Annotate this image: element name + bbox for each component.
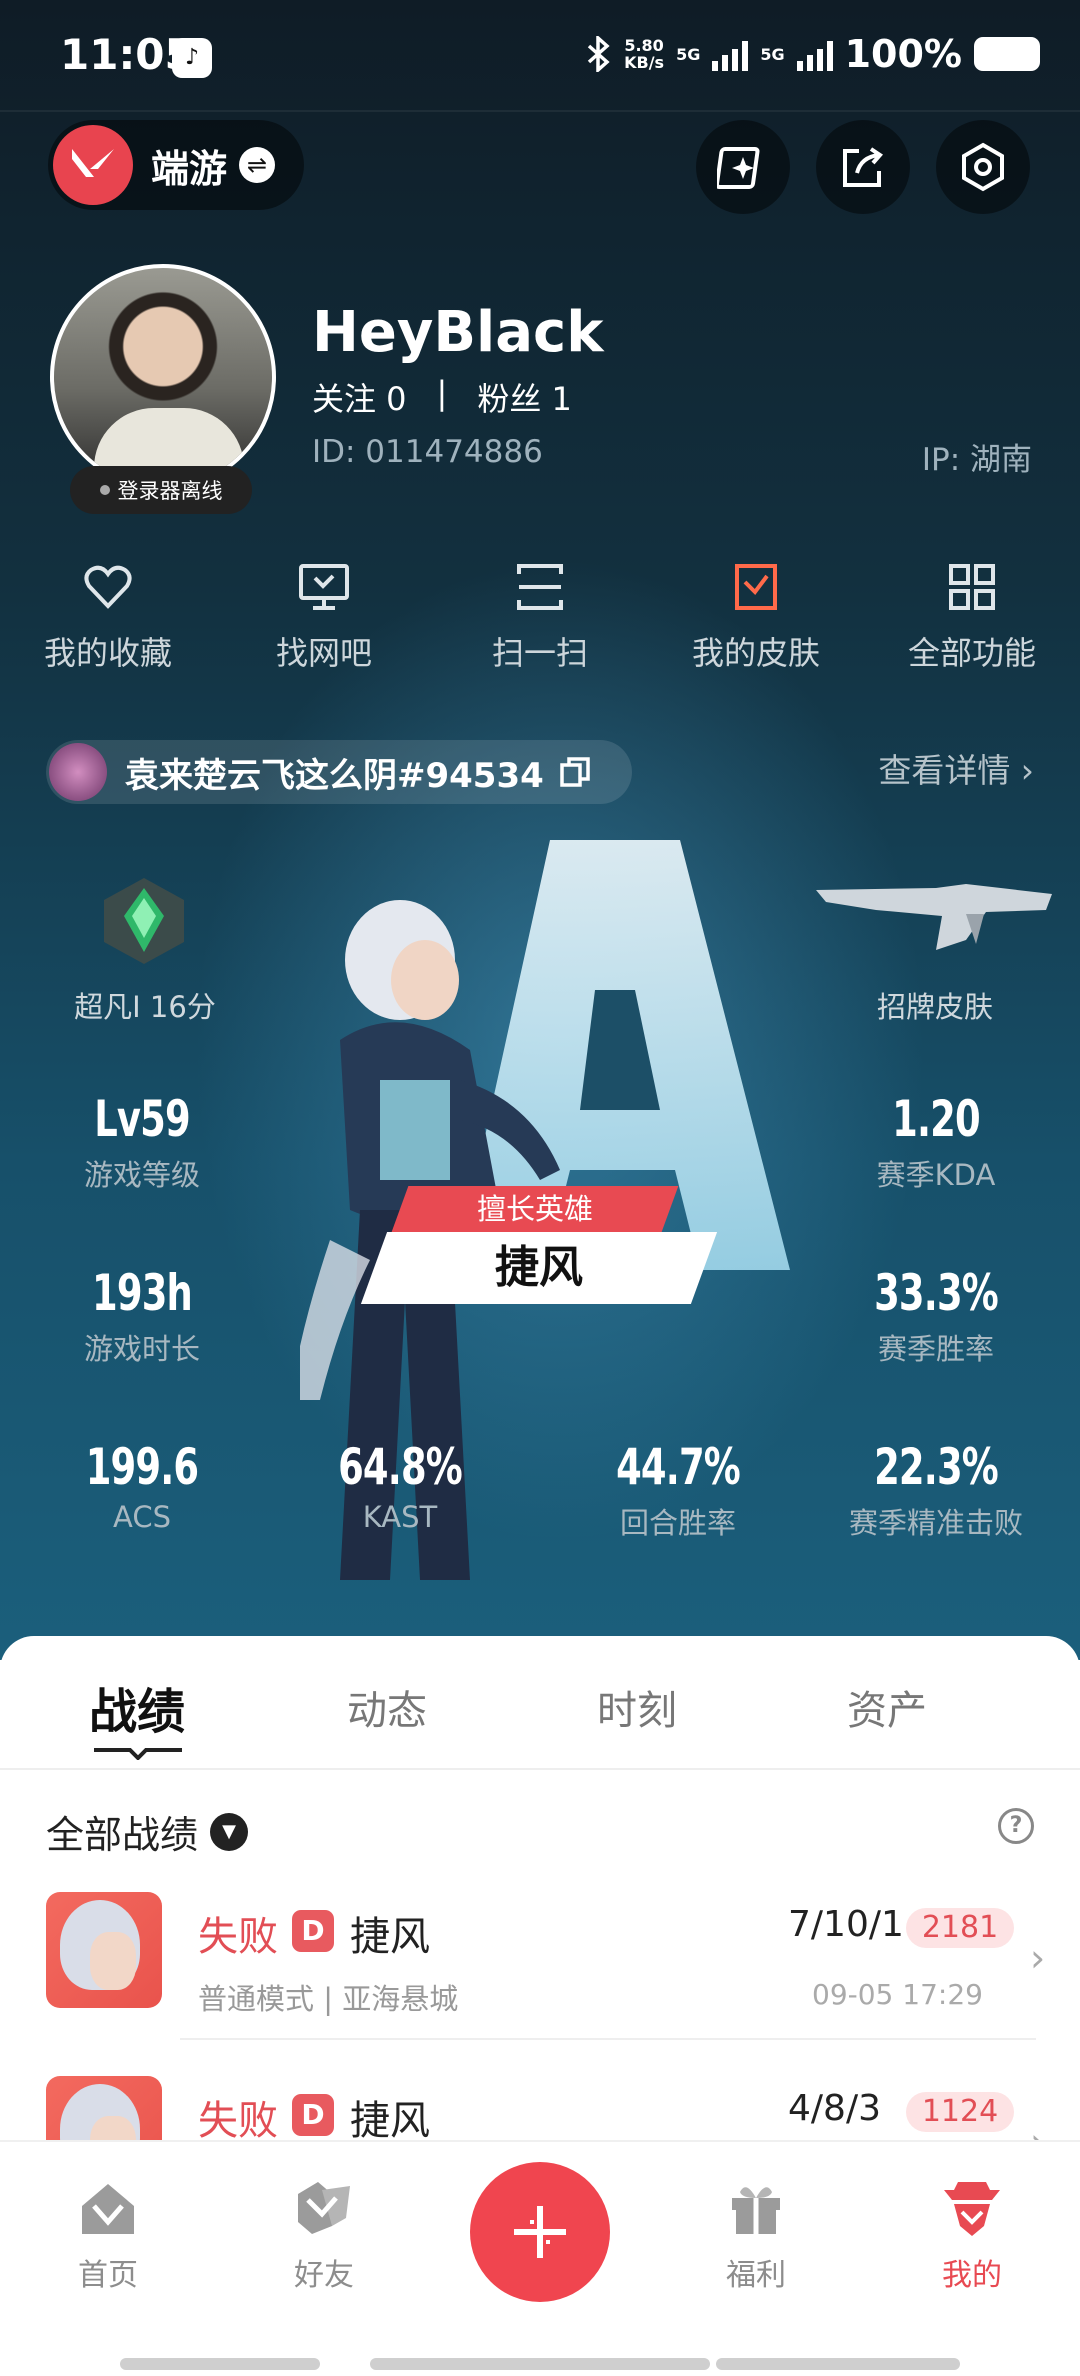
profile-hero: 11:05 ♪ 5.80 KB/s 5G 5G 100% 端游 ⇌ 登录器离线 … <box>0 0 1080 1660</box>
decor-line <box>0 110 1080 112</box>
signal-icon <box>712 37 749 71</box>
net-speed: 5.80 KB/s <box>624 36 665 72</box>
grid-icon <box>949 564 995 610</box>
stat-kast: 64.8% KAST <box>338 1438 463 1534</box>
gesture-bar <box>716 2358 960 2370</box>
gesture-bar <box>120 2358 320 2370</box>
tab-feed[interactable]: 动态 <box>262 1636 512 1768</box>
quick-action-favorites[interactable]: 我的收藏 <box>0 560 216 674</box>
share-icon <box>843 147 884 187</box>
match-score: 2181 <box>906 1908 1014 1948</box>
sim2-label: 5G <box>760 44 785 64</box>
grade-badge: D <box>292 1910 334 1952</box>
riot-id: 袁来楚云飞这么阴#94534 <box>125 755 544 796</box>
match-score: 1124 <box>906 2092 1014 2132</box>
agent-thumbnail <box>46 1892 162 2008</box>
scan-icon <box>517 564 563 610</box>
quick-action-scan[interactable]: 扫一扫 <box>432 560 648 674</box>
sparkle-card-icon <box>717 147 760 189</box>
nav-welfare[interactable]: 福利 <box>696 2176 816 2294</box>
fans-count[interactable]: 粉丝 1 <box>477 374 572 420</box>
help-icon[interactable]: ? <box>998 1808 1034 1844</box>
chevron-down-icon: ▼ <box>210 1812 249 1851</box>
tab-assets[interactable]: 资产 <box>762 1636 1012 1768</box>
tab-moments[interactable]: 时刻 <box>512 1636 762 1768</box>
match-row[interactable]: 失败 D 捷风 普通模式 | 亚海悬城 7/10/1 2181 09-05 17… <box>0 1892 1080 2042</box>
battery-icon <box>974 37 1040 71</box>
status-bar: 11:05 ♪ 5.80 KB/s 5G 5G 100% <box>0 0 1080 110</box>
nav-me[interactable]: 我的 <box>912 2176 1032 2294</box>
quick-actions: 我的收藏 找网吧 扫一扫 我的皮肤 全部功能 <box>0 560 1080 674</box>
monitor-icon <box>299 564 349 610</box>
match-kda: 7/10/1 <box>788 1904 904 1945</box>
riot-id-pill[interactable]: 袁来楚云飞这么阴#94534 <box>46 740 632 804</box>
match-result: 失败 <box>198 2098 278 2144</box>
create-post-button[interactable] <box>470 2162 610 2302</box>
match-agent: 捷风 <box>350 1914 430 1960</box>
friends-icon <box>298 2182 350 2234</box>
stat-level: Lv59 游戏等级 <box>83 1090 200 1192</box>
home-icon <box>82 2184 134 2234</box>
best-agent-name[interactable]: 捷风 <box>360 1232 718 1304</box>
quick-action-all[interactable]: 全部功能 <box>864 560 1080 674</box>
plus-icon <box>514 2206 566 2258</box>
launcher-status-badge: 登录器离线 <box>70 466 252 514</box>
stat-winrate: 33.3% 赛季胜率 <box>874 1264 999 1366</box>
quick-action-skins[interactable]: 我的皮肤 <box>648 560 864 674</box>
nav-friends[interactable]: 好友 <box>264 2176 384 2294</box>
signature-skin-gun-icon[interactable] <box>816 880 1052 960</box>
stat-precise-kill: 22.3% 赛季精准击败 <box>848 1438 1023 1540</box>
following-count[interactable]: 关注 0 <box>312 374 407 420</box>
riot-avatar <box>49 743 107 801</box>
stat-kda: 1.20 赛季KDA <box>876 1090 996 1192</box>
avatar[interactable] <box>50 264 276 490</box>
skin-icon <box>735 564 777 610</box>
rank-ascendant-icon <box>104 878 184 964</box>
follow-separator: | <box>436 374 448 412</box>
best-agent-tag: 擅长英雄 <box>391 1186 679 1232</box>
match-mode: 普通模式 | 亚海悬城 <box>198 1982 459 2016</box>
view-details-link[interactable]: 查看详情 › <box>878 744 1034 792</box>
stat-hours: 193h 游戏时长 <box>83 1264 200 1366</box>
user-id: ID: 011474886 <box>312 434 543 470</box>
stat-acs: 199.6 ACS <box>85 1438 199 1534</box>
tiktok-notification-icon: ♪ <box>172 38 212 78</box>
settings-icon <box>962 142 1004 192</box>
ip-location: IP: 湖南 <box>921 442 1032 478</box>
battery-percent: 100% <box>844 32 962 76</box>
share-button[interactable] <box>816 120 910 214</box>
divider <box>180 2038 1036 2040</box>
record-filter[interactable]: 全部战绩 ▼ <box>46 1804 249 1859</box>
follow-counts: 关注 0 | 粉丝 1 <box>312 374 572 420</box>
signature-skin-label: 招牌皮肤 <box>876 990 993 1024</box>
profile-agent-icon <box>944 2182 1000 2236</box>
swap-icon: ⇌ <box>239 147 276 183</box>
bluetooth-icon <box>587 36 610 72</box>
heart-icon <box>84 565 132 609</box>
copy-icon[interactable] <box>558 755 592 789</box>
rank-label: 超凡I 16分 <box>74 990 216 1024</box>
offline-dot-icon <box>99 485 110 495</box>
game-name: 端游 <box>151 146 228 191</box>
match-kda: 4/8/3 <box>788 2088 881 2129</box>
username: HeyBlack <box>312 300 604 365</box>
settings-button[interactable] <box>936 120 1030 214</box>
signal-icon <box>796 37 833 71</box>
stat-round-winrate: 44.7% 回合胜率 <box>616 1438 741 1540</box>
sparkle-card-button[interactable] <box>696 120 790 214</box>
gift-icon <box>732 2187 780 2234</box>
valorant-logo-icon <box>53 125 133 205</box>
sim1-label: 5G <box>676 44 701 64</box>
chevron-right-icon: › <box>1030 1936 1046 1980</box>
game-switcher[interactable]: 端游 ⇌ <box>48 120 304 210</box>
gesture-bar <box>370 2358 710 2370</box>
grade-badge: D <box>292 2094 334 2136</box>
match-agent: 捷风 <box>350 2098 430 2144</box>
quick-action-find-cafe[interactable]: 找网吧 <box>216 560 432 674</box>
match-date: 09-05 17:29 <box>812 1978 983 2011</box>
active-tab-indicator <box>94 1748 182 1760</box>
nav-home[interactable]: 首页 <box>48 2176 168 2294</box>
bottom-nav: 首页 好友 福利 我的 <box>0 2140 1080 2376</box>
match-result: 失败 <box>198 1914 278 1960</box>
